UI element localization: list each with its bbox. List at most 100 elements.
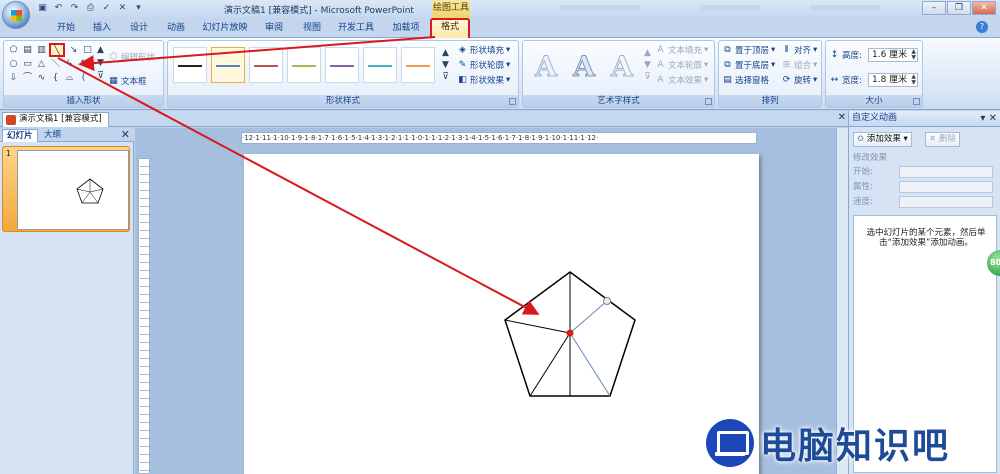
shape-style-6[interactable] <box>363 47 397 83</box>
selected-line[interactable] <box>569 332 611 397</box>
maximize-button[interactable]: ❐ <box>947 1 971 15</box>
arrow-shape-icon[interactable]: ↘ <box>67 44 80 56</box>
down-arrow-shape-icon[interactable]: ⇩ <box>7 72 20 84</box>
align-icon: ⫴ <box>784 44 789 55</box>
spellcheck-icon[interactable]: ✓ <box>100 2 113 15</box>
spinner-icon[interactable]: ▲ ▼ <box>911 49 916 61</box>
shape-outline-button[interactable]: ✎ 形状轮廓 ▾ <box>457 59 511 72</box>
help-icon[interactable]: ? <box>976 21 988 33</box>
textbox-button[interactable]: ▦ 文本框 <box>108 75 146 88</box>
bent-arrow-shape-icon[interactable]: ↰ <box>77 58 90 70</box>
close-pane-icon[interactable]: ✕ <box>121 128 130 141</box>
tab-format[interactable]: 格式 <box>430 18 470 38</box>
gallery-scroll-icon[interactable]: ▲ ▼ ⊽ <box>94 44 107 84</box>
style-gallery-scroll-icon[interactable]: ▲ ▼ ⊽ <box>439 47 452 83</box>
document-tab[interactable]: 演示文稿1 [兼容模式] <box>2 112 109 127</box>
tab-review[interactable]: 审阅 <box>258 21 290 38</box>
wordart-style-3[interactable]: A <box>603 49 641 85</box>
print-icon[interactable]: ⎙ <box>84 2 97 15</box>
redo-icon[interactable]: ↷ <box>68 2 81 15</box>
save-icon[interactable]: ▣ <box>36 2 49 15</box>
text-fill-button[interactable]: A 文本填充 ▾ <box>655 44 708 57</box>
office-button[interactable] <box>2 1 30 29</box>
shape-effects-button[interactable]: ◧ 形状效果 ▾ <box>457 74 510 87</box>
dialog-launcher-icon[interactable] <box>509 98 516 105</box>
tab-animations[interactable]: 动画 <box>160 21 192 38</box>
tab-outline[interactable]: 大纲 <box>40 129 65 142</box>
rotate-button[interactable]: ⟳ 旋转 ▾ <box>781 74 818 87</box>
pentagon-shape-icon[interactable]: ⬠ <box>7 44 20 56</box>
tab-home[interactable]: 开始 <box>50 21 82 38</box>
minimize-button[interactable]: – <box>922 1 946 15</box>
wordart-gallery-scroll-icon[interactable]: ▲ ▼ ⊽ <box>641 47 654 83</box>
shape-style-3[interactable] <box>249 47 283 83</box>
wordart-style-1[interactable]: A <box>527 49 565 85</box>
text-effects-button[interactable]: A 文本效果 ▾ <box>655 74 708 87</box>
triangle-shape-icon[interactable]: △ <box>35 58 48 70</box>
undo-icon[interactable]: ↶ <box>52 2 65 15</box>
slide-thumbnail-item[interactable]: 1 <box>2 146 130 232</box>
tab-slideshow[interactable]: 幻灯片放映 <box>198 21 252 38</box>
inner-line <box>504 319 571 334</box>
slide-thumbnail[interactable] <box>17 150 129 230</box>
style-line <box>292 65 316 67</box>
width-label-text: 宽度: <box>842 76 862 86</box>
line-shape-icon[interactable]: ╲ <box>49 43 65 57</box>
line-end-handle[interactable] <box>603 297 611 305</box>
speed-select[interactable] <box>899 196 993 208</box>
dialog-launcher-icon[interactable] <box>913 98 920 105</box>
shape-style-7[interactable] <box>401 47 435 83</box>
remove-button[interactable]: ✕ 删除 <box>925 132 960 147</box>
shape-style-2[interactable] <box>211 47 245 83</box>
height-input[interactable]: 1.6 厘米 ▲ ▼ <box>868 48 918 62</box>
shape-effects-label: 形状效果 <box>470 76 505 86</box>
shape-style-5[interactable] <box>325 47 359 83</box>
shape-style-1[interactable] <box>173 47 207 83</box>
add-effect-button[interactable]: ✩ 添加效果 ▾ <box>853 132 912 147</box>
line-start-handle[interactable] <box>566 329 574 337</box>
textbox-shape-icon[interactable]: ▥ <box>35 44 48 56</box>
image-shape-icon[interactable]: ▤ <box>21 44 34 56</box>
wordart-style-2[interactable]: A <box>565 49 603 85</box>
freeform-shape-icon[interactable]: ∿ <box>35 72 48 84</box>
tab-insert[interactable]: 插入 <box>86 21 118 38</box>
property-select[interactable] <box>899 181 993 193</box>
selected-line[interactable] <box>569 300 608 334</box>
task-pane-controls[interactable]: ▾ ✕ <box>980 111 997 126</box>
text-outline-button[interactable]: A 文本轮廓 ▾ <box>655 59 708 72</box>
remove-icon: ✕ <box>929 134 937 144</box>
line2-shape-icon[interactable]: ＼ <box>49 58 62 70</box>
tab-developer[interactable]: 开发工具 <box>333 21 379 38</box>
cut-icon[interactable]: ✕ <box>116 2 129 15</box>
dialog-launcher-icon[interactable] <box>705 98 712 105</box>
arc-shape-icon[interactable]: ⌓ <box>63 72 76 84</box>
bring-to-front-button[interactable]: ⧉ 置于顶层 ▾ <box>722 44 775 57</box>
curve-shape-icon[interactable]: ⌒ <box>21 72 34 84</box>
tab-view[interactable]: 视图 <box>296 21 328 38</box>
rounded-rect-shape-icon[interactable]: ▭ <box>21 58 34 70</box>
brace-shape-icon[interactable]: { <box>49 72 62 84</box>
shape-fill-button[interactable]: ◈ 形状填充 ▾ <box>457 44 510 57</box>
tab-addins[interactable]: 加载项 <box>386 21 426 38</box>
send-to-back-button[interactable]: ⧉ 置于底层 ▾ <box>722 59 775 72</box>
rectangle-shape-icon[interactable]: □ <box>81 44 94 56</box>
align-button[interactable]: ⫴ 对齐 ▾ <box>781 44 818 57</box>
elbow-arrow-shape-icon[interactable]: ↳ <box>63 58 76 70</box>
tab-design[interactable]: 设计 <box>123 21 155 38</box>
start-select[interactable] <box>899 166 993 178</box>
close-document-icon[interactable]: ✕ <box>838 112 846 123</box>
spinner-icon[interactable]: ▲ ▼ <box>911 74 916 86</box>
edit-shape-button[interactable]: ⬡ 编辑形状 <box>108 51 155 64</box>
tab-slides[interactable]: 幻灯片 <box>2 129 38 142</box>
selection-pane-button[interactable]: ▤ 选择窗格 <box>722 74 769 87</box>
shape-style-4[interactable] <box>287 47 321 83</box>
oval-shape-icon[interactable]: ○ <box>7 58 20 70</box>
property-label: 属性: <box>853 182 873 192</box>
group-button[interactable]: ⊞ 组合 ▾ <box>781 59 818 72</box>
slide-canvas[interactable] <box>244 154 759 474</box>
customize-qat-icon[interactable]: ▾ <box>132 2 145 15</box>
bracket-shape-icon[interactable]: ( <box>77 72 90 84</box>
close-button[interactable]: ✕ <box>972 1 996 15</box>
modify-effect-label: 修改效果 <box>853 153 888 163</box>
width-input[interactable]: 1.8 厘米 ▲ ▼ <box>868 73 918 87</box>
